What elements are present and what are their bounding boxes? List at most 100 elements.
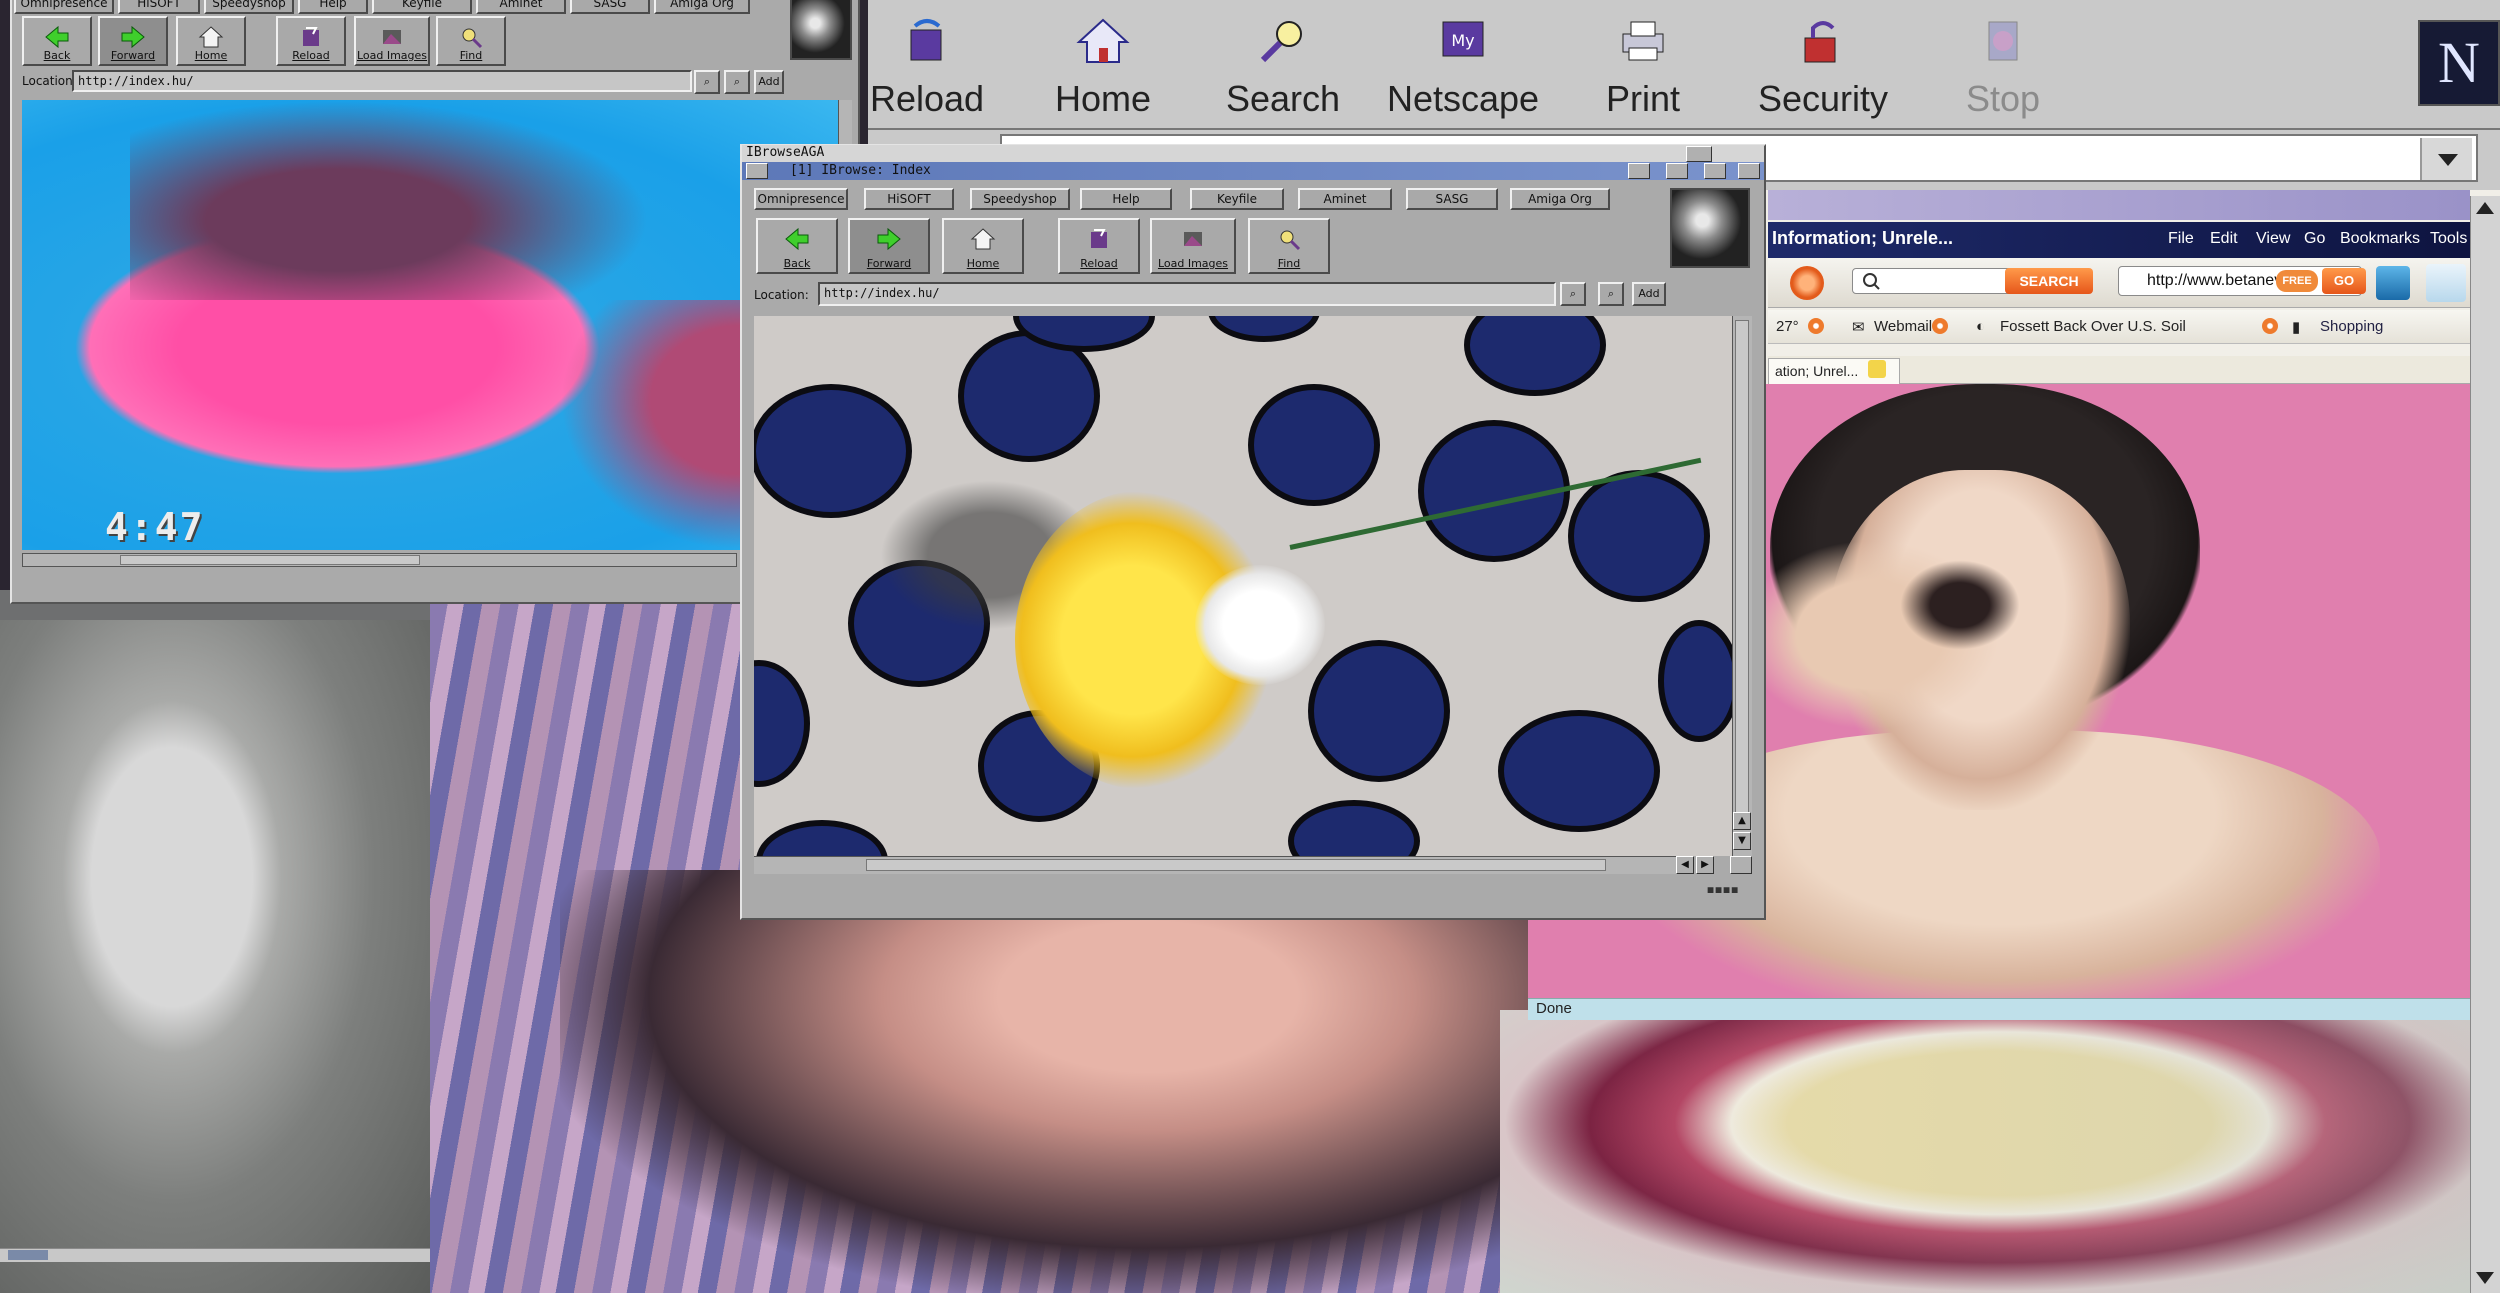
front-location-input[interactable]: http://index.hu/	[818, 282, 1556, 306]
scroll-down-icon[interactable]: ▼	[1733, 832, 1751, 850]
user-icon[interactable]	[2426, 264, 2466, 302]
front-tab-keyfile[interactable]: Keyfile	[1190, 188, 1284, 210]
back-tab-hisoft[interactable]: HiSOFT	[118, 0, 200, 14]
netscape-netscape-button[interactable]: My Netscape	[1378, 10, 1548, 120]
close-icon[interactable]	[746, 163, 768, 179]
webmail-dropdown-icon[interactable]	[1932, 318, 1948, 334]
netscape-security-button[interactable]: Security	[1738, 10, 1908, 120]
scroll-up-icon[interactable]	[2476, 202, 2494, 214]
back-tab-help[interactable]: Help	[298, 0, 368, 14]
front-find-icon[interactable]: ⌕	[1598, 282, 1624, 306]
news-icon: ◐	[1976, 318, 1986, 335]
find-button[interactable]: Find	[436, 16, 506, 66]
scroll-left-icon[interactable]: ◀	[1676, 856, 1694, 874]
front-back-button[interactable]: Back	[756, 218, 838, 274]
tab-favicon-icon	[1868, 360, 1886, 378]
netscape-search-label: Search	[1225, 78, 1341, 119]
xp-search-button[interactable]: SEARCH	[2005, 268, 2093, 294]
lock-icon	[1804, 21, 1836, 63]
front-tab-sasg[interactable]: SASG	[1406, 188, 1498, 210]
front-find-button[interactable]: Find	[1248, 218, 1330, 274]
back-tab-keyfile[interactable]: Keyfile	[372, 0, 472, 14]
front-home-button[interactable]: Home	[942, 218, 1024, 274]
scroll-up-icon[interactable]: ▲	[1733, 812, 1751, 830]
forward-button[interactable]: Forward	[98, 16, 168, 66]
front-search-icon[interactable]: ⌕	[1560, 282, 1586, 306]
front-tab-speedyshop[interactable]: Speedyshop	[970, 188, 1070, 210]
back-tab-sasg[interactable]: SASG	[570, 0, 650, 14]
home-icon[interactable]	[1790, 266, 1824, 300]
svg-text:My: My	[1451, 31, 1474, 50]
background-scrollbar[interactable]	[0, 1248, 430, 1262]
front-location-label: Location:	[754, 288, 809, 302]
back-find-icon[interactable]: ⌕	[724, 70, 750, 94]
netscape-reload-button[interactable]: Reload	[842, 10, 1012, 120]
netscape-stop-button[interactable]: Stop	[1918, 10, 2088, 120]
menu-file[interactable]: File	[2168, 230, 2194, 248]
front-tab-amiga-org[interactable]: Amiga Org	[1510, 188, 1610, 210]
netscape-search-button[interactable]: Search	[1198, 10, 1368, 120]
link-fossett-news[interactable]: Fossett Back Over U.S. Soil	[2000, 318, 2186, 335]
netscape-home-button[interactable]: Home	[1018, 10, 1188, 120]
front-load-images-button[interactable]: Load Images	[1150, 218, 1236, 274]
menu-go[interactable]: Go	[2304, 230, 2325, 248]
back-button-label: Back	[43, 49, 71, 62]
home-button[interactable]: Home	[176, 16, 246, 66]
back-horizontal-scroll-knob[interactable]	[120, 555, 420, 565]
front-tab-help[interactable]: Help	[1080, 188, 1172, 210]
front-tab-omnipresence[interactable]: Omnipresence	[754, 188, 848, 210]
front-tab-hisoft[interactable]: HiSOFT	[864, 188, 954, 210]
back-tab-omnipresence[interactable]: Omnipresence	[14, 0, 114, 14]
front-tab-aminet[interactable]: Aminet	[1298, 188, 1392, 210]
front-horizontal-scroll-knob[interactable]	[866, 859, 1606, 871]
menu-tools[interactable]: Tools	[2430, 230, 2467, 248]
front-forward-button[interactable]: Forward	[848, 218, 930, 274]
back-arrow-icon	[785, 227, 809, 251]
polka-dot	[1664, 626, 1732, 736]
load-images-icon	[1184, 232, 1202, 246]
front-vertical-scroll-knob[interactable]	[1735, 320, 1749, 820]
polka-dot	[1470, 316, 1600, 390]
weather-readout: 27°	[1776, 318, 1799, 335]
back-tab-aminet[interactable]: Aminet	[476, 0, 566, 14]
shopping-icon: ▮	[2292, 319, 2301, 336]
back-search-icon[interactable]: ⌕	[694, 70, 720, 94]
link-webmail[interactable]: Webmail	[1874, 318, 1932, 335]
resize-handle[interactable]	[1730, 856, 1752, 874]
reload-button[interactable]: Reload	[276, 16, 346, 66]
back-add-button[interactable]: Add	[754, 70, 784, 94]
scroll-right-icon[interactable]: ▶	[1696, 856, 1714, 874]
window-depth-icon[interactable]	[1738, 163, 1760, 179]
xp-go-button[interactable]: GO	[2322, 268, 2366, 294]
forward-arrow-icon	[877, 227, 901, 251]
globe-logo-icon	[1670, 188, 1750, 268]
load-images-button[interactable]: Load Images	[354, 16, 430, 66]
menu-edit[interactable]: Edit	[2210, 230, 2238, 248]
polka-dot	[1504, 716, 1654, 826]
front-reload-button[interactable]: Reload	[1058, 218, 1140, 274]
iconify-icon[interactable]	[1628, 163, 1650, 179]
netscape-print-label: Print	[1605, 78, 1681, 119]
right-edge-scrollbar[interactable]	[2470, 196, 2500, 1293]
netscape-location-dropdown[interactable]	[2420, 138, 2472, 180]
refresh-icon[interactable]	[2376, 266, 2410, 300]
menu-bookmarks[interactable]: Bookmarks	[2340, 230, 2420, 248]
zoom-icon[interactable]	[1666, 163, 1688, 179]
forward-arrow-icon	[121, 25, 145, 49]
back-location-input[interactable]: http://index.hu/	[72, 70, 692, 92]
back-button[interactable]: Back	[22, 16, 92, 66]
news-dropdown-icon[interactable]	[2262, 318, 2278, 334]
menu-view[interactable]: View	[2256, 230, 2290, 248]
netscape-print-button[interactable]: Print	[1558, 10, 1728, 120]
load-images-button-label: Load Images	[356, 49, 428, 62]
link-shopping[interactable]: Shopping	[2320, 318, 2383, 335]
home-icon	[1076, 18, 1130, 63]
back-tab-amiga-org[interactable]: Amiga Org	[654, 0, 750, 14]
scroll-down-icon[interactable]	[2476, 1272, 2494, 1284]
background-scroll-knob[interactable]	[8, 1250, 48, 1260]
xp-search-input[interactable]	[1852, 268, 2012, 294]
screen-depth-gadget[interactable]	[1686, 146, 1712, 162]
back-tab-speedyshop[interactable]: Speedyshop	[204, 0, 294, 14]
depth-icon[interactable]	[1704, 163, 1726, 179]
front-add-button[interactable]: Add	[1632, 282, 1666, 306]
